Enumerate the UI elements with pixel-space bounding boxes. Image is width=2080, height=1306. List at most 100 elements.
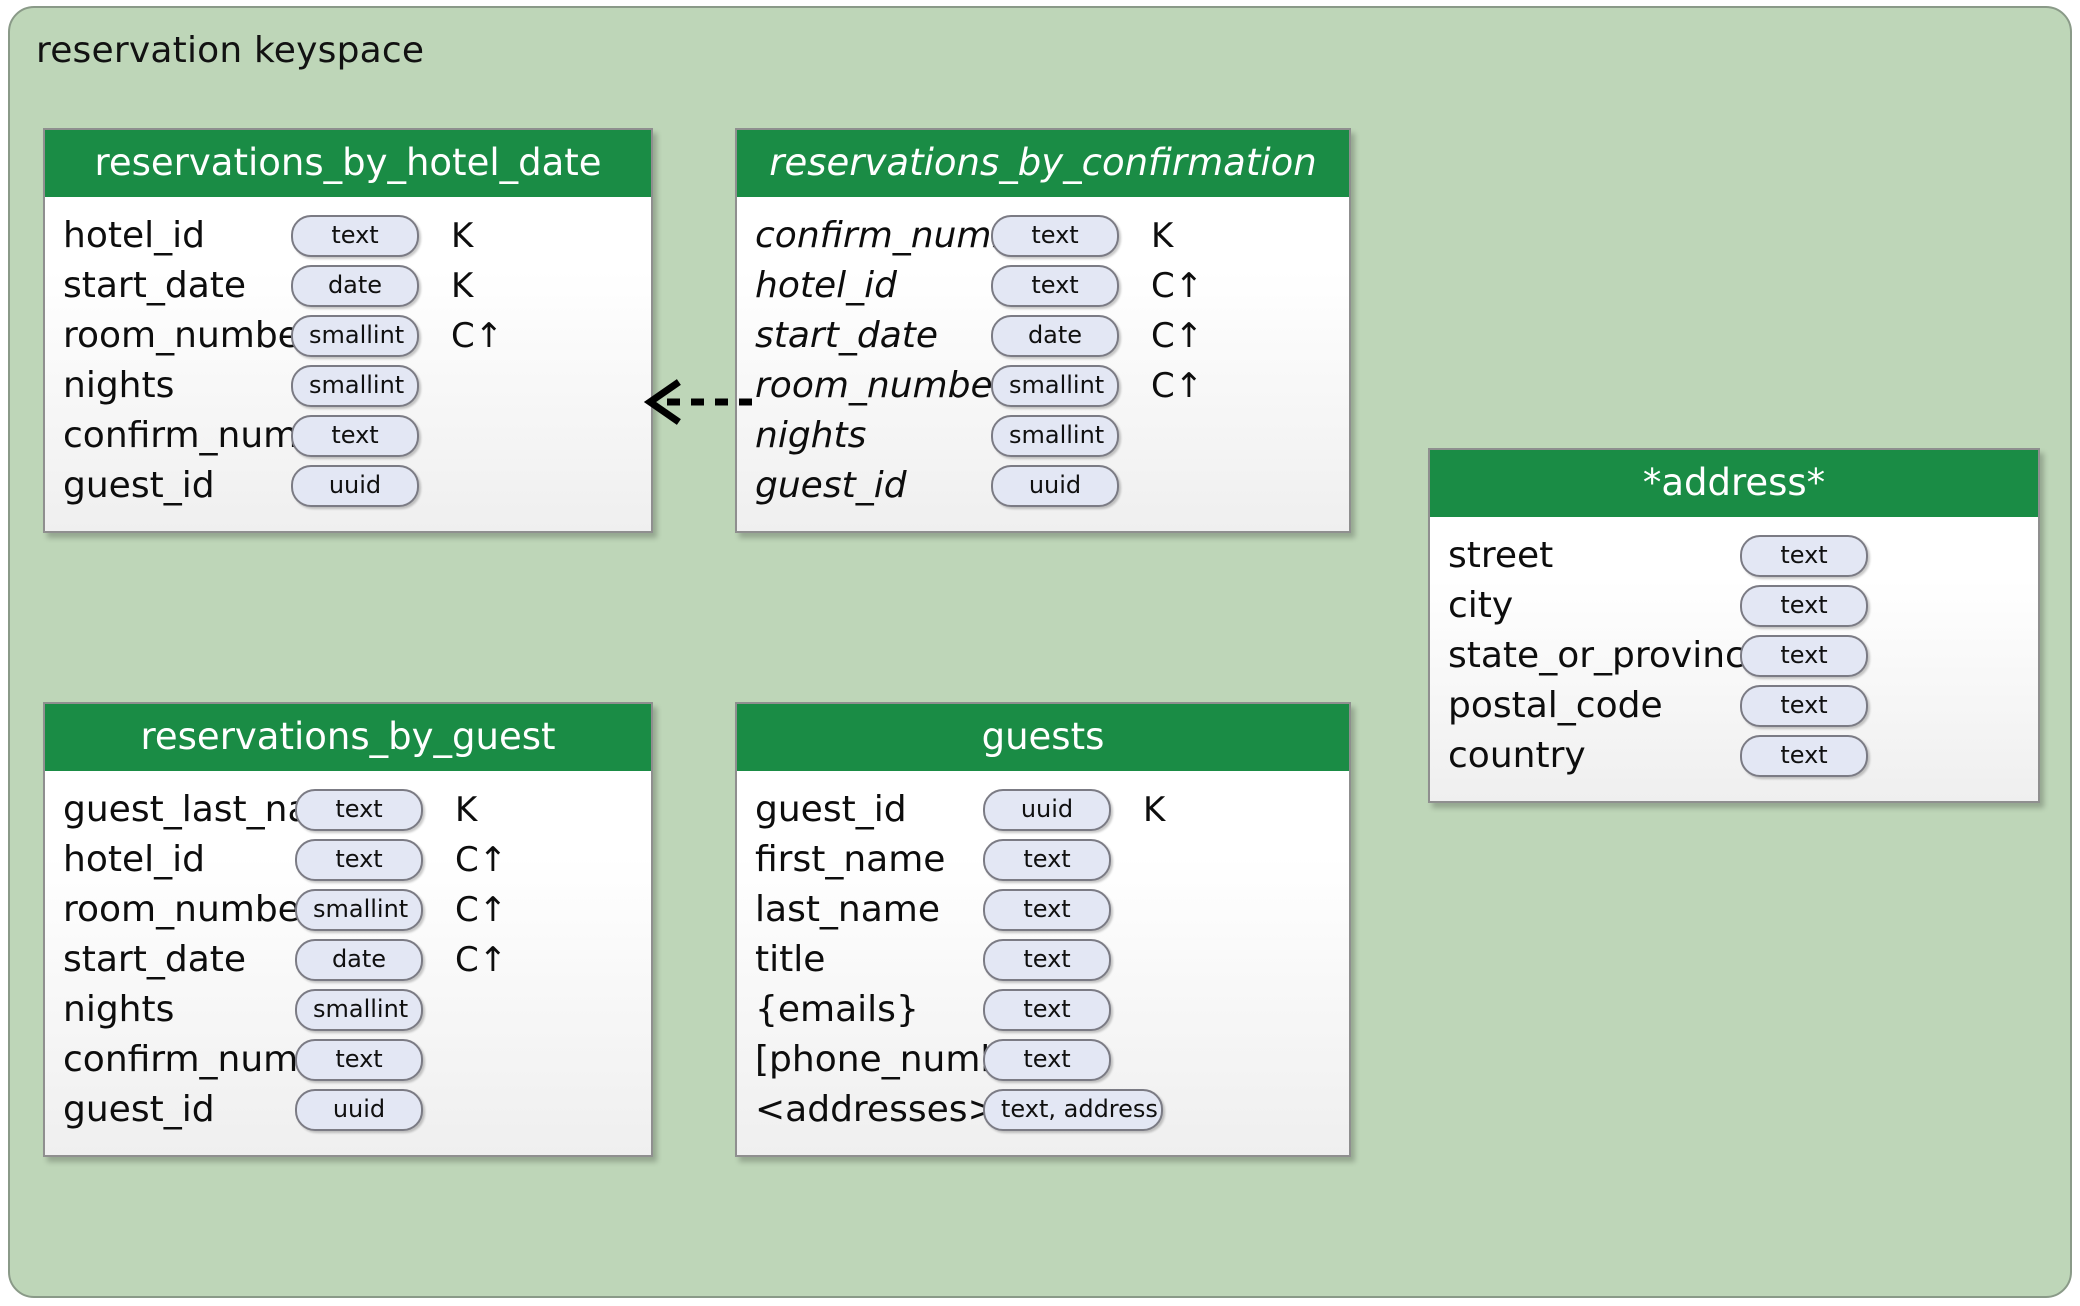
key-marker: C↑ xyxy=(1151,369,1221,403)
field-row: room_numbersmallint C↑ xyxy=(45,311,651,361)
field-row: postal_codetext xyxy=(1430,681,2038,731)
field-name: street xyxy=(1448,538,1740,574)
field-type-badge: text xyxy=(983,1039,1111,1081)
field-row: room_numbersmallint C↑ xyxy=(737,361,1349,411)
field-name: confirm_number xyxy=(755,218,991,254)
table-body: guest_last_nametextKhotel_idtextC↑room_n… xyxy=(45,771,651,1155)
field-type-badge: uuid xyxy=(991,465,1119,507)
field-type-badge: date xyxy=(295,939,423,981)
field-row: state_or_provincetext xyxy=(1430,631,2038,681)
field-type-badge: uuid xyxy=(983,789,1111,831)
field-row: start_datedate C↑ xyxy=(45,935,651,985)
field-name: hotel_id xyxy=(63,842,295,878)
table-title-reservations-by-confirmation: reservations_by_confirmation xyxy=(737,130,1349,197)
field-name: confirm_number xyxy=(63,1042,295,1078)
table-title-guests: guests xyxy=(737,704,1349,771)
field-row: citytext xyxy=(1430,581,2038,631)
field-name: guest_id xyxy=(755,468,991,504)
field-row: confirm_numbertext xyxy=(45,1035,651,1085)
field-type-badge: text xyxy=(983,839,1111,881)
field-name: [phone_numbers] xyxy=(755,1042,983,1078)
table-body: hotel_idtextKstart_datedateKroom_numbers… xyxy=(45,197,651,531)
field-name: room_number xyxy=(63,318,291,354)
field-name: {emails} xyxy=(755,992,983,1028)
field-type-badge: text xyxy=(291,415,419,457)
field-row: guest_iduuid xyxy=(45,461,651,511)
field-name: confirm_number xyxy=(63,418,291,454)
field-type-badge: smallint xyxy=(991,365,1119,407)
table-title-reservations-by-guest: reservations_by_guest xyxy=(45,704,651,771)
field-type-badge: text xyxy=(295,789,423,831)
field-name: start_date xyxy=(755,318,991,354)
field-name: hotel_id xyxy=(63,218,291,254)
field-row: hotel_idtextC↑ xyxy=(45,835,651,885)
field-row: [phone_numbers]text xyxy=(737,1035,1349,1085)
field-name: nights xyxy=(755,418,991,454)
field-type-badge: text xyxy=(291,215,419,257)
table-body: streettextcitytextstate_or_provincetextp… xyxy=(1430,517,2038,801)
key-marker: C↑ xyxy=(455,943,525,977)
table-card-reservations-by-confirmation[interactable]: reservations_by_confirmation confirm_num… xyxy=(735,128,1351,533)
field-row: hotel_idtext K xyxy=(45,211,651,261)
field-type-badge: smallint xyxy=(295,889,423,931)
field-type-badge: text xyxy=(295,1039,423,1081)
field-row: nightssmallint xyxy=(45,985,651,1035)
field-type-badge: text xyxy=(983,889,1111,931)
key-marker: C↑ xyxy=(1151,319,1221,353)
field-type-badge: uuid xyxy=(291,465,419,507)
table-title-reservations-by-hotel-date: reservations_by_hotel_date xyxy=(45,130,651,197)
field-name: room_number xyxy=(63,892,295,928)
field-type-badge: text xyxy=(1740,585,1868,627)
field-row: nightssmallint xyxy=(737,411,1349,461)
field-name: start_date xyxy=(63,268,291,304)
table-body: confirm_numbertextKhotel_idtextC↑start_d… xyxy=(737,197,1349,531)
key-marker: C↑ xyxy=(451,319,521,353)
field-type-badge: text xyxy=(1740,685,1868,727)
field-row: start_datedate C↑ xyxy=(737,311,1349,361)
field-type-badge: date xyxy=(991,315,1119,357)
key-marker: K xyxy=(451,269,521,303)
field-row: streettext xyxy=(1430,531,2038,581)
field-name: title xyxy=(755,942,983,978)
field-row: titletext xyxy=(737,935,1349,985)
key-marker: K xyxy=(1151,219,1221,253)
key-marker: C↑ xyxy=(455,843,525,877)
field-type-badge: text xyxy=(1740,635,1868,677)
key-marker: K xyxy=(455,793,525,827)
field-row: confirm_numbertextK xyxy=(737,211,1349,261)
key-marker: C↑ xyxy=(455,893,525,927)
field-row: <addresses>text, address xyxy=(737,1085,1349,1135)
table-card-guests[interactable]: guests guest_iduuidKfirst_nametextlast_n… xyxy=(735,702,1351,1157)
field-row: first_nametext xyxy=(737,835,1349,885)
field-name: city xyxy=(1448,588,1740,624)
field-name: guest_last_name xyxy=(63,792,295,828)
field-row: guest_iduuid K xyxy=(737,785,1349,835)
field-type-badge: smallint xyxy=(991,415,1119,457)
field-name: start_date xyxy=(63,942,295,978)
field-name: country xyxy=(1448,738,1740,774)
field-row: countrytext xyxy=(1430,731,2038,781)
field-name: hotel_id xyxy=(755,268,991,304)
field-name: nights xyxy=(63,992,295,1028)
table-card-reservations-by-guest[interactable]: reservations_by_guest guest_last_nametex… xyxy=(43,702,653,1157)
field-row: nightssmallint xyxy=(45,361,651,411)
field-name: room_number xyxy=(755,368,991,404)
field-type-badge: smallint xyxy=(291,315,419,357)
key-marker: K xyxy=(451,219,521,253)
key-marker: K xyxy=(1143,793,1213,827)
field-name: first_name xyxy=(755,842,983,878)
field-row: {emails}text xyxy=(737,985,1349,1035)
table-card-reservations-by-hotel-date[interactable]: reservations_by_hotel_date hotel_idtextK… xyxy=(43,128,653,533)
field-type-badge: text xyxy=(983,989,1111,1031)
table-card-address[interactable]: *address* streettextcitytextstate_or_pro… xyxy=(1428,448,2040,803)
field-type-badge: date xyxy=(291,265,419,307)
field-row: last_nametext xyxy=(737,885,1349,935)
field-name: guest_id xyxy=(63,468,291,504)
field-name: state_or_province xyxy=(1448,638,1740,674)
field-type-badge: text xyxy=(1740,535,1868,577)
field-type-badge: uuid xyxy=(295,1089,423,1131)
field-row: start_datedate K xyxy=(45,261,651,311)
key-marker: C↑ xyxy=(1151,269,1221,303)
field-name: guest_id xyxy=(755,792,983,828)
field-name: guest_id xyxy=(63,1092,295,1128)
